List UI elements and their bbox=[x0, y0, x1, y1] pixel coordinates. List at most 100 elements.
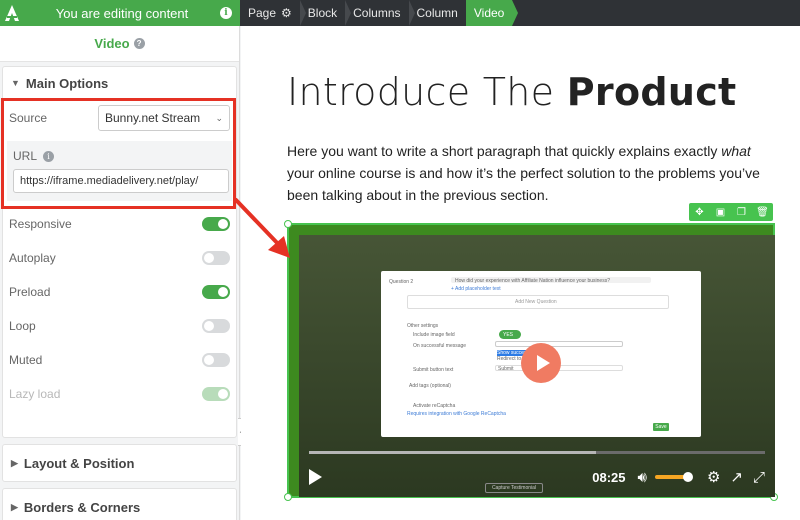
layout-position-label: Layout & Position bbox=[23, 455, 135, 471]
url-input-value: https://iframe.mediadelivery.net/play/ bbox=[20, 175, 199, 187]
responsive-label: Responsive bbox=[9, 217, 72, 231]
breadcrumb: Page ⚙ Block Columns Column Video bbox=[240, 0, 800, 26]
volume-icon[interactable]: 🔊︎ bbox=[638, 469, 647, 486]
url-label: URL bbox=[13, 149, 38, 163]
autoplay-row: Autoplay bbox=[3, 241, 236, 275]
para-after: your online course is and how it’s the p… bbox=[287, 165, 760, 203]
caret-right-icon: ▶ bbox=[11, 457, 18, 468]
url-input[interactable]: https://iframe.mediadelivery.net/play/ bbox=[13, 169, 229, 193]
breadcrumb-block-label: Block bbox=[307, 6, 338, 20]
element-toolbar: ✥ ▣ ❐ 🗑 bbox=[689, 203, 773, 221]
breadcrumb-columns-label: Columns bbox=[353, 6, 401, 20]
url-label-row: URL i bbox=[13, 149, 226, 163]
modal-prompt: How did your experience with Affiliate N… bbox=[455, 278, 610, 284]
url-info-icon[interactable]: i bbox=[43, 150, 55, 162]
play-icon[interactable] bbox=[309, 469, 322, 485]
modal-on-success: On successful message bbox=[413, 343, 467, 349]
page-heading[interactable]: Introduce The Product bbox=[287, 70, 737, 114]
settings-sidebar: Video ? ▼ Main Options Source Bunny.net … bbox=[0, 26, 240, 520]
sidebar-title: Video ? bbox=[0, 26, 239, 62]
breadcrumb-page-label: Page bbox=[248, 6, 277, 20]
source-select[interactable]: Bunny.net Stream ⌄ bbox=[98, 105, 230, 131]
top-bar: You are editing content i Page ⚙ Block C… bbox=[0, 0, 800, 26]
modal-yes: YES bbox=[503, 332, 514, 338]
breadcrumb-block[interactable]: Block bbox=[300, 0, 352, 26]
breadcrumb-column[interactable]: Column bbox=[409, 0, 472, 26]
modal-question: Question 2 bbox=[389, 279, 414, 285]
modal-dropdown bbox=[495, 341, 623, 347]
modal-recaptcha-note: Requires integration with Google ReCaptc… bbox=[407, 411, 506, 417]
muted-toggle[interactable] bbox=[202, 353, 230, 367]
editing-label: You are editing content bbox=[55, 5, 189, 21]
borders-corners-label: Borders & Corners bbox=[23, 499, 141, 515]
preload-label: Preload bbox=[9, 285, 51, 299]
fullscreen-icon[interactable]: ⤢ bbox=[753, 469, 765, 486]
modal-recaptcha: Activate reCaptcha bbox=[413, 403, 456, 409]
modal-other: Other settings bbox=[407, 323, 439, 329]
delete-icon[interactable]: 🗑 bbox=[752, 203, 773, 221]
chevron-down-icon: ⌄ bbox=[215, 112, 223, 123]
volume-slider[interactable] bbox=[654, 472, 693, 482]
gear-icon[interactable]: ⚙ bbox=[281, 6, 292, 20]
modal-include-image: Include image field bbox=[413, 332, 455, 338]
source-select-value: Bunny.net Stream bbox=[105, 111, 201, 125]
muted-row: Muted bbox=[3, 343, 236, 377]
external-link-icon[interactable]: ↗ bbox=[730, 468, 743, 486]
breadcrumb-page[interactable]: Page ⚙ bbox=[240, 0, 306, 26]
caret-down-icon: ▼ bbox=[11, 78, 20, 88]
preload-toggle[interactable]: ✓ bbox=[202, 285, 230, 299]
loop-toggle[interactable] bbox=[202, 319, 230, 333]
panel-spacer bbox=[3, 411, 236, 437]
video-controls: 08:25 🔊︎ ⚙ ↗ ⤢ bbox=[299, 457, 775, 497]
modal-tags: Add tags (optional) bbox=[409, 383, 451, 389]
info-icon[interactable]: i bbox=[220, 7, 232, 19]
main-options-label: Main Options bbox=[25, 75, 109, 91]
intro-paragraph[interactable]: Here you want to write a short paragraph… bbox=[287, 140, 767, 206]
loop-label: Loop bbox=[9, 319, 36, 333]
responsive-toggle[interactable]: ✓ bbox=[202, 217, 230, 231]
borders-corners-panel: ▶ Borders & Corners bbox=[2, 488, 237, 520]
editing-banner: You are editing content i bbox=[0, 0, 240, 26]
breadcrumb-video[interactable]: Video bbox=[465, 0, 519, 26]
video-time: 08:25 bbox=[592, 469, 626, 485]
breadcrumb-columns[interactable]: Columns bbox=[345, 0, 415, 26]
url-group: URL i https://iframe.mediadelivery.net/p… bbox=[7, 141, 232, 201]
save-icon[interactable]: ▣ bbox=[710, 203, 731, 221]
lazy-load-label: Lazy load bbox=[9, 387, 61, 401]
modal-save: Save bbox=[655, 424, 667, 430]
page-content: Introduce The Product Here you want to w… bbox=[241, 26, 800, 520]
main-options-header[interactable]: ▼ Main Options bbox=[3, 67, 236, 99]
para-before: Here you want to write a short paragraph… bbox=[287, 143, 722, 159]
play-overlay-icon[interactable] bbox=[521, 343, 561, 383]
duplicate-icon[interactable]: ❐ bbox=[731, 203, 752, 221]
modal-save-button: Save bbox=[653, 423, 669, 431]
modal-submit: Submit bbox=[498, 366, 514, 372]
check-icon: ✓ bbox=[219, 389, 227, 399]
layout-position-header[interactable]: ▶ Layout & Position bbox=[3, 445, 236, 481]
app-logo-icon[interactable] bbox=[0, 0, 24, 26]
move-icon[interactable]: ✥ bbox=[689, 203, 710, 221]
settings-gear-icon[interactable]: ⚙ bbox=[707, 468, 720, 486]
source-row: Source Bunny.net Stream ⌄ bbox=[3, 99, 236, 137]
breadcrumb-column-label: Column bbox=[416, 6, 458, 20]
main-options-panel: ▼ Main Options Source Bunny.net Stream ⌄… bbox=[2, 66, 237, 438]
responsive-row: Responsive ✓ bbox=[3, 207, 236, 241]
muted-label: Muted bbox=[9, 353, 43, 367]
check-icon: ✓ bbox=[219, 219, 227, 229]
autoplay-toggle[interactable] bbox=[202, 251, 230, 265]
source-label: Source bbox=[9, 111, 48, 125]
help-icon[interactable]: ? bbox=[133, 38, 145, 49]
video-progress-fill bbox=[309, 451, 597, 454]
heading-light: Introduce The bbox=[287, 70, 567, 114]
video-element[interactable]: ✥ ▣ ❐ 🗑 Question 2 How did your experien… bbox=[284, 203, 778, 501]
heading-bold: Product bbox=[566, 70, 737, 114]
borders-corners-header[interactable]: ▶ Borders & Corners bbox=[3, 489, 236, 520]
video-player[interactable]: Question 2 How did your experience with … bbox=[299, 235, 775, 497]
video-progress-bar[interactable] bbox=[309, 451, 765, 454]
resize-handle-bl[interactable] bbox=[284, 493, 292, 501]
modal-add-question: Add New Question bbox=[515, 299, 557, 305]
lazy-load-toggle: ✓ bbox=[202, 387, 230, 401]
preload-row: Preload ✓ bbox=[3, 275, 236, 309]
breadcrumb-video-label: Video bbox=[473, 6, 505, 20]
autoplay-label: Autoplay bbox=[9, 251, 56, 265]
